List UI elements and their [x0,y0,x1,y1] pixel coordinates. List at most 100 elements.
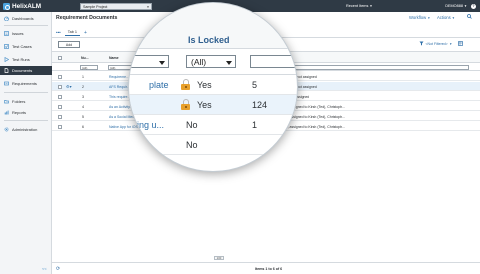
row-name-link[interactable]: ing u... [137,120,164,130]
add-button[interactable]: Add [58,41,80,48]
row-checkbox[interactable] [58,104,62,109]
chevron-down-icon: ▼ [449,42,453,46]
sidebar-item-label: Documents [12,68,33,73]
is-locked-value: No [186,120,198,130]
add-tab-button[interactable]: + [84,30,87,36]
is-locked-filter-select[interactable]: (All) [186,55,236,68]
row-menu-gear-icon[interactable]: ⚙▾ [66,84,72,89]
search-icon[interactable] [467,14,472,20]
select-all-checkbox[interactable] [58,55,62,60]
row-number: 4 [82,104,84,109]
is-locked-filter-value: (All) [191,57,207,67]
is-locked-value: Yes [197,80,212,90]
row-checkbox[interactable] [58,114,62,119]
sidebar-item-issues[interactable]: Issues [0,29,52,38]
chevron-down-icon [159,60,165,65]
divider [4,25,48,26]
row-number-value: 5 [252,80,258,90]
chevron-down-icon: ▼ [427,15,431,20]
sidebar-item-label: Administration [12,127,38,132]
help-icon[interactable]: ? [471,3,476,9]
column-header-name[interactable]: Name [109,56,119,60]
tab-overflow-button[interactable]: ••• [56,30,61,35]
row-number: 6 [82,124,84,129]
sidebar-item-label: Reports [12,110,27,115]
sidebar-item-test-runs[interactable]: Test Runs [0,55,52,64]
sidebar: Dashboards Issues Test Cases Test Runs D… [0,12,52,274]
project-name: Sample Project [83,4,108,9]
dashboard-icon [4,16,9,22]
brand-name: HelixALM [12,2,42,10]
helix-logo-icon [3,2,10,10]
row-checkbox[interactable] [58,124,62,129]
magnified-row[interactable]: ing u... No 1 [129,115,297,135]
sidebar-item-label: Test Cases [12,44,32,49]
filter-selector[interactable]: <Not Filtered> ▼ [419,41,463,47]
requirements-icon [4,81,9,86]
row-name-link[interactable]: AFS Requir... [109,85,129,89]
lock-icon [181,79,190,90]
documents-icon [4,68,9,73]
chevron-down-icon: ▼ [369,3,373,8]
row-name-link[interactable]: plate [149,80,169,90]
row-number: 2 [82,84,84,89]
row-checkbox[interactable] [58,94,62,99]
divider [4,120,48,121]
lock-icon [181,99,190,110]
sidebar-item-documents[interactable]: Documents [0,66,52,75]
actions-menu[interactable]: Actions ▼ [437,15,455,20]
sidebar-item-folders[interactable]: Folders [0,97,52,106]
workflow-menu[interactable]: Workflow ▼ [409,15,430,20]
sidebar-item-label: Test Runs [12,57,30,62]
magnified-row[interactable]: No [129,135,297,155]
row-checkbox[interactable] [58,74,62,79]
test-runs-icon [4,56,10,63]
row-number: 3 [82,94,84,99]
helixalm-logo[interactable]: HelixALM [3,2,41,10]
issues-icon [4,31,9,36]
sidebar-item-requirements[interactable]: Requirements [0,79,52,88]
sidebar-item-administration[interactable]: Administration [0,125,52,134]
divider [4,92,48,93]
sidebar-item-test-cases[interactable]: Test Cases [0,42,52,51]
grid-footer: ⟳ Items 1 to 6 of 6 [52,262,480,274]
collapse-sidebar-button[interactable]: << [42,266,47,271]
column-header-number[interactable]: Nu... [81,56,89,60]
row-number: 5 [82,114,84,119]
refresh-icon[interactable]: ⟳ [56,266,60,272]
chevron-down-icon [226,60,232,65]
filter-icon [419,41,424,47]
status-filter-select[interactable]: (All) [279,64,469,70]
user-menu[interactable]: DEMO888 ▼ [445,4,467,8]
workflow-label: Workflow [409,14,427,20]
magnified-column-header: Is Locked [129,3,297,49]
page-size-select[interactable]: 100 [214,256,224,260]
row-checkbox[interactable] [58,84,62,89]
user-name: DEMO888 [445,4,463,8]
next-filter-select[interactable] [250,55,297,68]
magnified-row[interactable]: Yes 124 [129,95,297,115]
actions-label: Actions [437,14,451,20]
column-settings-icon[interactable] [457,41,463,47]
sidebar-item-label: Folders [12,99,26,104]
chevron-down-icon: ▼ [464,4,467,8]
sidebar-item-dashboards[interactable]: Dashboards [0,14,52,23]
name-filter-select[interactable] [129,55,169,68]
row-number-value: 1 [252,120,258,130]
is-locked-value: Yes [197,100,212,110]
reports-icon [4,110,9,115]
gear-icon [4,127,9,132]
tab-1[interactable]: Tab 1 [64,29,81,36]
sidebar-item-reports[interactable]: Reports [0,108,52,117]
row-name-link[interactable]: Requireme... [109,75,129,79]
folders-icon [4,99,9,104]
sidebar-item-label: Dashboards [12,16,34,21]
number-filter-select[interactable]: (All) [80,64,98,70]
row-number: 1 [82,74,84,79]
filter-label: <Not Filtered> [425,42,448,46]
magnified-row[interactable]: plate Yes 5 [129,75,297,95]
is-locked-column-header[interactable]: Is Locked [188,35,230,45]
page-title: Requirement Documents [56,15,118,21]
sidebar-item-label: Requirements [12,81,37,86]
recent-items-menu[interactable]: Recent Items ▼ [346,4,372,8]
